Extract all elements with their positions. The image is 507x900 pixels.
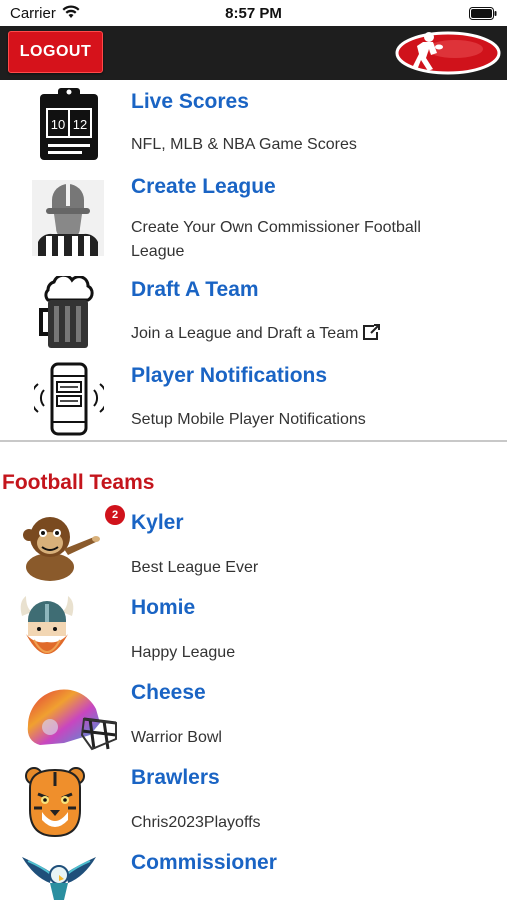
menu-description: Join a League and Draft a Team xyxy=(131,322,471,346)
menu-description: Setup Mobile Player Notifications xyxy=(131,411,366,428)
tiger-avatar-icon xyxy=(25,767,85,838)
menu-title[interactable]: Player Notifications xyxy=(131,364,327,388)
team-item-commissioner[interactable]: Commissioner xyxy=(0,845,507,900)
menu-description: NFL, MLB & NBA Game Scores xyxy=(131,136,357,153)
logout-button[interactable]: LOGOUT xyxy=(8,31,103,73)
phone-notification-icon xyxy=(34,362,104,436)
team-league: Warrior Bowl xyxy=(131,729,222,746)
team-item-brawlers[interactable]: Brawlers Chris2023Playoffs xyxy=(0,760,507,845)
menu-title[interactable]: Draft A Team xyxy=(131,278,259,302)
team-name[interactable]: Kyler xyxy=(131,511,184,535)
external-link-icon[interactable] xyxy=(362,324,381,340)
scoreboard-clipboard-icon: 10 12 xyxy=(40,88,98,160)
battery-icon xyxy=(469,7,497,20)
team-name[interactable]: Brawlers xyxy=(131,766,220,790)
notification-badge: 2 xyxy=(105,505,125,525)
team-item-cheese[interactable]: Cheese Warrior Bowl xyxy=(0,675,507,760)
menu-item-player-notifications[interactable]: Player Notifications Setup Mobile Player… xyxy=(0,358,507,440)
top-bar: LOGOUT xyxy=(0,26,507,80)
menu-item-draft-a-team[interactable]: Draft A Team Join a League and Draft a T… xyxy=(0,272,507,358)
team-name[interactable]: Commissioner xyxy=(131,851,277,875)
menu-title[interactable]: Live Scores xyxy=(131,90,249,114)
eagle-avatar-icon xyxy=(22,857,96,900)
team-league: Chris2023Playoffs xyxy=(131,814,261,831)
team-item-kyler[interactable]: 2 Kyler Best League Ever xyxy=(0,505,507,590)
beer-mug-icon xyxy=(39,276,94,348)
viking-avatar-icon xyxy=(20,596,74,654)
team-league: Happy League xyxy=(131,644,236,661)
football-player-logo-icon[interactable] xyxy=(395,29,501,77)
referee-icon xyxy=(32,180,104,256)
svg-text:10: 10 xyxy=(51,117,65,132)
section-title: Football Teams xyxy=(2,471,155,494)
helmet-avatar-icon xyxy=(27,689,117,751)
menu-description: Create Your Own Commissioner Football Le… xyxy=(131,219,421,260)
team-item-homie[interactable]: Homie Happy League xyxy=(0,590,507,675)
team-league: Best League Ever xyxy=(131,559,259,576)
menu-item-create-league[interactable]: Create League Create Your Own Commission… xyxy=(0,172,507,272)
svg-text:12: 12 xyxy=(73,117,87,132)
menu-title[interactable]: Create League xyxy=(131,175,276,199)
team-name[interactable]: Homie xyxy=(131,596,195,620)
team-name[interactable]: Cheese xyxy=(131,681,206,705)
menu-item-live-scores[interactable]: 10 12 Live Scores NFL, MLB & NBA Game Sc… xyxy=(0,82,507,172)
status-bar: Carrier 8:57 PM xyxy=(0,0,507,26)
clock: 8:57 PM xyxy=(225,5,282,22)
section-divider xyxy=(0,440,507,442)
menu-description-text: Join a League and Draft a Team xyxy=(131,325,359,342)
monkey-avatar-icon xyxy=(23,517,100,581)
